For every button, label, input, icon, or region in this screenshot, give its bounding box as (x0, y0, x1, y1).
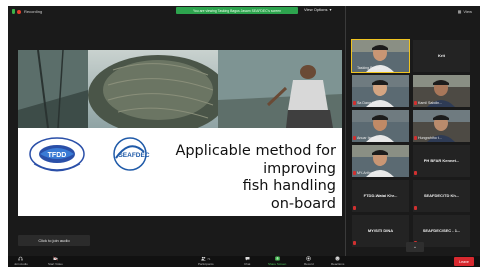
meeting-toolbar: Join Audio Start Video 71 Participants C… (8, 256, 480, 267)
tfdd-logo: TFDD (29, 137, 85, 172)
participants-count: 71 (207, 256, 211, 261)
record-button[interactable]: Record (304, 256, 314, 267)
join-audio-button[interactable]: Join Audio (14, 256, 28, 267)
chat-button[interactable]: Chat (244, 256, 250, 267)
screen-share-banner: You are viewing Tasking Bagus Jasam SEAF… (176, 7, 298, 14)
panel-divider[interactable] (345, 6, 346, 256)
participant-display-name: Krit (438, 53, 445, 58)
participant-tile[interactable]: Anuar Ismail... (352, 110, 409, 142)
slide-title: Applicable method for improving fish han… (166, 143, 336, 213)
participant-name-label: Tasking Bagus J... (357, 66, 387, 70)
participant-tile[interactable]: Sa Dang Ch... (352, 75, 409, 107)
zoom-window: Recording You are viewing Tasking Bagus … (8, 6, 480, 267)
muted-mic-icon (414, 136, 417, 140)
participant-tile[interactable]: MY-Arthur Ben... (352, 145, 409, 177)
muted-mic-icon (353, 241, 356, 245)
shared-screen-slide: TFDD SEAFDEC Applicable method for impro… (18, 50, 342, 216)
slide-title-line: fish handling (242, 178, 336, 194)
participants-label: Participants (198, 262, 214, 266)
slide-title-line: improving (263, 160, 336, 177)
participants-icon (201, 256, 207, 261)
muted-mic-icon (414, 101, 417, 105)
seafdec-logo: SEAFDEC (113, 137, 150, 171)
view-label: View (463, 9, 472, 14)
chat-label: Chat (244, 262, 251, 266)
record-label: Record (304, 262, 314, 266)
participant-tile[interactable]: Hungrahtho t... (413, 110, 470, 142)
view-options-label: View Options (304, 7, 328, 12)
slide-title-line: on-board (270, 195, 336, 212)
start-video-label: Start Video (48, 262, 63, 266)
participant-name-label: Anuar Ismail... (357, 136, 380, 140)
participant-tile[interactable]: Kamil Sabdin... (413, 75, 470, 107)
share-screen-icon (274, 256, 280, 261)
participant-display-name: PH BFAR Kennet... (423, 158, 460, 163)
leave-meeting-button[interactable]: Leave (454, 257, 474, 266)
muted-mic-icon (414, 171, 417, 175)
record-icon (306, 256, 312, 261)
reactions-label: Reactions (331, 262, 345, 266)
recording-label: Recording (24, 9, 43, 14)
smiley-icon (335, 256, 340, 261)
recording-dot-icon (17, 9, 21, 14)
participant-display-name: MY/SITI DINA (367, 228, 394, 233)
fishing-boat-photo (18, 50, 342, 128)
muted-mic-icon (353, 101, 356, 105)
video-camera-icon (53, 256, 58, 261)
view-button[interactable]: ▦ View (458, 9, 472, 14)
participant-tile[interactable]: SEAFDEC/TD Kh... (413, 180, 470, 212)
participant-name-label: Kamil Sabdin... (418, 101, 443, 105)
share-screen-label: Share Screen (268, 262, 287, 266)
participants-button[interactable]: 71 Participants (198, 256, 214, 267)
chevron-down-icon: ⌄ (412, 244, 418, 250)
recording-indicator: Recording (17, 9, 42, 14)
participant-tile[interactable]: MY/SITI DINA (352, 215, 409, 247)
slide-content: TFDD SEAFDEC Applicable method for impro… (18, 128, 342, 216)
share-screen-button[interactable]: Share Screen (268, 256, 286, 267)
muted-mic-icon (414, 206, 417, 210)
top-bar: Recording You are viewing Tasking Bagus … (8, 6, 480, 18)
participant-tile[interactable]: Tasking Bagus J... (351, 39, 410, 73)
participant-tile[interactable]: PH BFAR Kennet... (413, 145, 470, 177)
participant-name-label: MY-Arthur Ben... (357, 171, 384, 175)
logo1-text: TFDD (48, 152, 67, 159)
join-audio-label: Join Audio (14, 262, 28, 266)
logo2-text: SEAFDEC (118, 152, 149, 159)
grid-icon: ▦ (457, 9, 462, 14)
muted-mic-icon (353, 171, 356, 175)
chevron-down-icon: ▾ (329, 7, 332, 12)
muted-mic-icon (353, 136, 356, 140)
participant-name-label: Hungrahtho t... (418, 136, 442, 140)
gallery-scroll-down-button[interactable]: ⌄ (406, 242, 424, 252)
participant-display-name: FTDD-Watai Khr... (363, 193, 398, 198)
muted-mic-icon (353, 206, 356, 210)
chat-bubble-icon (245, 257, 250, 261)
start-video-button[interactable]: Start Video (48, 256, 63, 267)
participant-name-label: Sa Dang Ch... (357, 101, 380, 105)
participant-display-name: SEAFDEC/TD Kh... (423, 193, 460, 198)
participant-display-name: SEAFDEC/SEC - 1... (422, 228, 461, 233)
reactions-button[interactable]: Reactions (331, 256, 344, 267)
view-options-button[interactable]: View Options ▾ (304, 7, 332, 12)
join-audio-prompt-button[interactable]: Click to join audio (18, 235, 90, 246)
slide-title-line: Applicable method for (175, 143, 336, 159)
headphones-icon (18, 256, 23, 261)
security-shield-icon[interactable] (12, 9, 15, 14)
participant-tile[interactable]: Krit (413, 40, 470, 72)
participant-tile[interactable]: FTDD-Watai Khr... (352, 180, 409, 212)
